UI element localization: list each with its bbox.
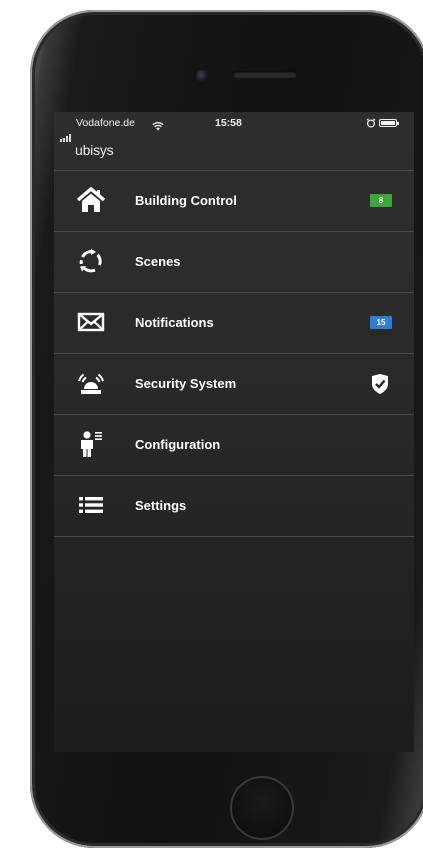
menu-item-settings[interactable]: Settings <box>54 476 414 537</box>
carrier-name: Vodafone.de <box>76 117 135 129</box>
envelope-icon <box>76 307 106 337</box>
menu-item-configuration[interactable]: Configuration <box>54 415 414 476</box>
alarm-clock-icon <box>366 112 376 137</box>
list-icon <box>76 490 106 520</box>
menu-item-security-system[interactable]: Security System <box>54 354 414 415</box>
home-button[interactable] <box>230 776 294 840</box>
brand-logo: ubisys <box>75 142 114 158</box>
earpiece-speaker <box>233 71 297 78</box>
person-list-icon <box>76 429 106 459</box>
menu-item-label: Scenes <box>135 254 181 269</box>
cellular-signal-icon <box>60 120 72 142</box>
menu-item-label: Building Control <box>135 193 237 208</box>
shield-check-icon <box>370 373 390 395</box>
menu-item-label: Notifications <box>135 315 214 330</box>
main-menu: Building Control 8 Scenes Notifications … <box>54 170 414 537</box>
menu-item-building-control[interactable]: Building Control 8 <box>54 171 414 232</box>
battery-icon <box>379 119 399 127</box>
front-camera <box>196 70 208 82</box>
status-bar: Vodafone.de 15:58 <box>54 112 414 142</box>
menu-item-label: Configuration <box>135 437 221 452</box>
app-screen: Vodafone.de 15:58 ubisys Building Contro… <box>54 112 414 752</box>
notifications-count-badge: 15 <box>370 316 392 329</box>
building-control-count-badge: 8 <box>370 194 392 207</box>
house-icon <box>76 185 106 215</box>
menu-item-scenes[interactable]: Scenes <box>54 232 414 293</box>
wifi-icon <box>152 117 164 139</box>
status-time: 15:58 <box>215 117 242 129</box>
menu-item-notifications[interactable]: Notifications 15 <box>54 293 414 354</box>
alarm-siren-icon <box>76 368 106 398</box>
menu-item-label: Settings <box>135 498 187 513</box>
menu-item-label: Security System <box>135 376 237 391</box>
circular-arrows-icon <box>76 246 106 276</box>
